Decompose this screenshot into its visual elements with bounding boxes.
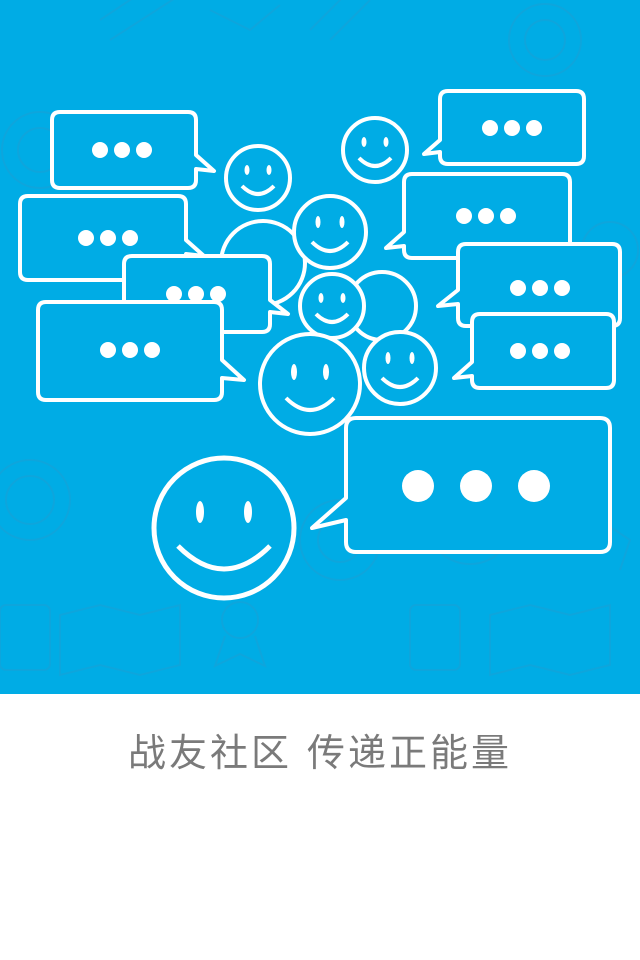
speech-bubble-icon (422, 89, 586, 166)
smiley-face-icon (292, 194, 368, 270)
splash-hero (0, 0, 640, 694)
community-illustration (18, 89, 622, 601)
smiley-face-icon (341, 116, 409, 184)
speech-bubble-icon (36, 300, 246, 402)
smiley-face-icon (151, 455, 297, 601)
smiley-face-icon (298, 272, 366, 340)
smiley-face-icon (224, 144, 292, 212)
speech-bubble-icon (310, 416, 612, 554)
speech-bubble-icon (452, 312, 616, 390)
tagline: 战友社区 传递正能量 (127, 730, 513, 775)
smiley-face-icon (362, 330, 438, 406)
smiley-face-icon (258, 332, 362, 436)
speech-bubble-icon (50, 110, 216, 190)
